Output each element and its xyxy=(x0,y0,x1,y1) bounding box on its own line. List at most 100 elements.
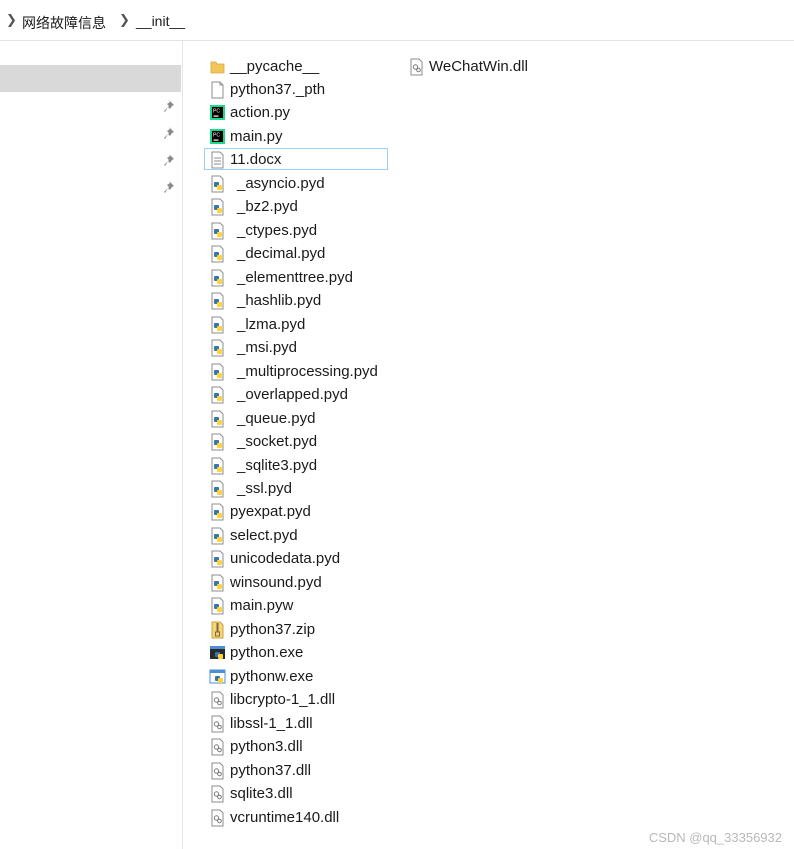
file-item-asyncio-pyd[interactable]: _asyncio.pyd xyxy=(205,173,401,195)
file-item-python3-dll[interactable]: python3.dll xyxy=(205,736,401,758)
python-exe-icon xyxy=(210,646,225,659)
dll-icon xyxy=(211,762,224,780)
python-file-icon xyxy=(211,292,224,310)
file-item-hashlib-pyd[interactable]: _hashlib.pyd xyxy=(205,290,401,312)
file-name: WeChatWin.dll xyxy=(429,58,528,75)
file-item-socket-pyd[interactable]: _socket.pyd xyxy=(205,431,401,453)
file-item-python-exe[interactable]: python.exe xyxy=(205,642,401,664)
pycharm-icon: PC xyxy=(210,129,225,144)
file-list[interactable]: __pycache__ WeChatWin.dll python37._pth … xyxy=(183,41,794,849)
breadcrumb-parent[interactable]: 网络故障信息 xyxy=(22,13,106,33)
file-item-action-py[interactable]: PC action.py xyxy=(205,102,401,124)
file-name: select.pyd xyxy=(230,527,298,544)
python-file-icon xyxy=(211,410,224,428)
pycharm-icon: PC xyxy=(210,105,225,120)
file-name: _hashlib.pyd xyxy=(237,292,322,309)
python-file-icon xyxy=(211,574,224,592)
file-name: unicodedata.pyd xyxy=(230,550,341,567)
python-file-icon xyxy=(211,597,224,615)
file-name: pyexpat.pyd xyxy=(230,503,311,520)
python-file-icon xyxy=(211,222,224,240)
dll-icon xyxy=(211,785,224,803)
file-item-select-pyd[interactable]: select.pyd xyxy=(205,525,401,547)
file-item-pyexpat-pyd[interactable]: pyexpat.pyd xyxy=(205,501,401,523)
pin-icon[interactable] xyxy=(164,99,178,113)
folder-icon xyxy=(210,61,225,74)
document-icon xyxy=(211,151,224,169)
file-name: _ssl.pyd xyxy=(237,480,293,497)
file-item-pythonw-exe[interactable]: pythonw.exe xyxy=(205,666,401,688)
file-item-lzma-pyd[interactable]: _lzma.pyd xyxy=(205,314,401,336)
file-item-python37-pth[interactable]: python37._pth xyxy=(205,79,401,101)
file-name: _decimal.pyd xyxy=(237,245,326,262)
file-name: python37.dll xyxy=(230,762,311,779)
chevron-right-icon[interactable]: ❯ xyxy=(6,12,17,28)
file-name: _ctypes.pyd xyxy=(237,222,318,239)
file-name: _overlapped.pyd xyxy=(237,386,348,403)
file-item-main-py[interactable]: PC main.py xyxy=(205,126,401,148)
python-file-icon xyxy=(211,527,224,545)
file-name: 11.docx xyxy=(230,151,282,168)
file-name: vcruntime140.dll xyxy=(230,809,340,826)
file-name: main.pyw xyxy=(230,597,294,614)
file-name: python37._pth xyxy=(230,81,326,98)
file-item-elementtree-pyd[interactable]: _elementtree.pyd xyxy=(205,267,401,289)
file-item-ssl-pyd[interactable]: _ssl.pyd xyxy=(205,478,401,500)
file-item-vcruntime140-dll[interactable]: vcruntime140.dll xyxy=(205,807,401,829)
file-item-libssl-dll[interactable]: libssl-1_1.dll xyxy=(205,713,401,735)
file-item-python37-zip[interactable]: python37.zip xyxy=(205,619,401,641)
file-item-bz2-pyd[interactable]: _bz2.pyd xyxy=(205,196,401,218)
nav-item-selected[interactable] xyxy=(0,65,181,92)
breadcrumb-current[interactable]: __init__ xyxy=(136,13,185,29)
svg-text:PC: PC xyxy=(213,133,220,139)
file-name: _multiprocessing.pyd xyxy=(237,363,378,380)
file-name: _asyncio.pyd xyxy=(237,175,325,192)
dll-icon xyxy=(211,809,224,827)
file-item-pycache[interactable]: __pycache__ xyxy=(205,56,401,78)
file-item-libcrypto-dll[interactable]: libcrypto-1_1.dll xyxy=(205,689,401,711)
file-name: _bz2.pyd xyxy=(237,198,298,215)
python-file-icon xyxy=(211,269,224,287)
file-name: python.exe xyxy=(230,644,304,661)
file-item-11-docx[interactable]: 11.docx xyxy=(204,148,388,170)
file-item-ctypes-pyd[interactable]: _ctypes.pyd xyxy=(205,220,401,242)
file-name: _sqlite3.pyd xyxy=(237,457,318,474)
file-item-python37-dll[interactable]: python37.dll xyxy=(205,760,401,782)
dll-icon xyxy=(211,691,224,709)
file-item-sqlite3-dll[interactable]: sqlite3.dll xyxy=(205,783,401,805)
file-item-multiprocessing-pyd[interactable]: _multiprocessing.pyd xyxy=(205,361,401,383)
pin-icon[interactable] xyxy=(164,180,178,194)
python-file-icon xyxy=(211,386,224,404)
file-item-decimal-pyd[interactable]: _decimal.pyd xyxy=(205,243,401,265)
file-name: _msi.pyd xyxy=(237,339,298,356)
file-item-unicodedata-pyd[interactable]: unicodedata.pyd xyxy=(205,548,401,570)
file-item-queue-pyd[interactable]: _queue.pyd xyxy=(205,408,401,430)
file-item-sqlite3-pyd[interactable]: _sqlite3.pyd xyxy=(205,455,401,477)
pin-icon[interactable] xyxy=(164,153,178,167)
file-name: _socket.pyd xyxy=(237,433,318,450)
file-name: action.py xyxy=(230,104,291,121)
python-file-icon xyxy=(211,363,224,381)
navigation-pane[interactable] xyxy=(0,41,183,849)
address-bar[interactable]: ❯ 网络故障信息 ❯ __init__ xyxy=(0,0,794,41)
file-item-msi-pyd[interactable]: _msi.pyd xyxy=(205,337,401,359)
python-file-icon xyxy=(211,339,224,357)
file-item-wechatwin-dll[interactable]: WeChatWin.dll xyxy=(404,56,600,78)
python-file-icon xyxy=(211,175,224,193)
python-file-icon xyxy=(211,550,224,568)
file-name: winsound.pyd xyxy=(230,574,322,591)
file-name: _lzma.pyd xyxy=(237,316,306,333)
file-item-overlapped-pyd[interactable]: _overlapped.pyd xyxy=(205,384,401,406)
chevron-right-icon[interactable]: ❯ xyxy=(119,12,130,28)
blank-file-icon xyxy=(211,81,224,99)
dll-icon xyxy=(211,715,224,733)
file-name: libssl-1_1.dll xyxy=(230,715,313,732)
file-item-winsound-pyd[interactable]: winsound.pyd xyxy=(205,572,401,594)
svg-text:PC: PC xyxy=(213,109,220,115)
python-file-icon xyxy=(211,480,224,498)
file-name: sqlite3.dll xyxy=(230,785,293,802)
file-name: python37.zip xyxy=(230,621,316,638)
file-item-main-pyw[interactable]: main.pyw xyxy=(205,595,401,617)
dll-icon xyxy=(211,738,224,756)
pin-icon[interactable] xyxy=(164,126,178,140)
